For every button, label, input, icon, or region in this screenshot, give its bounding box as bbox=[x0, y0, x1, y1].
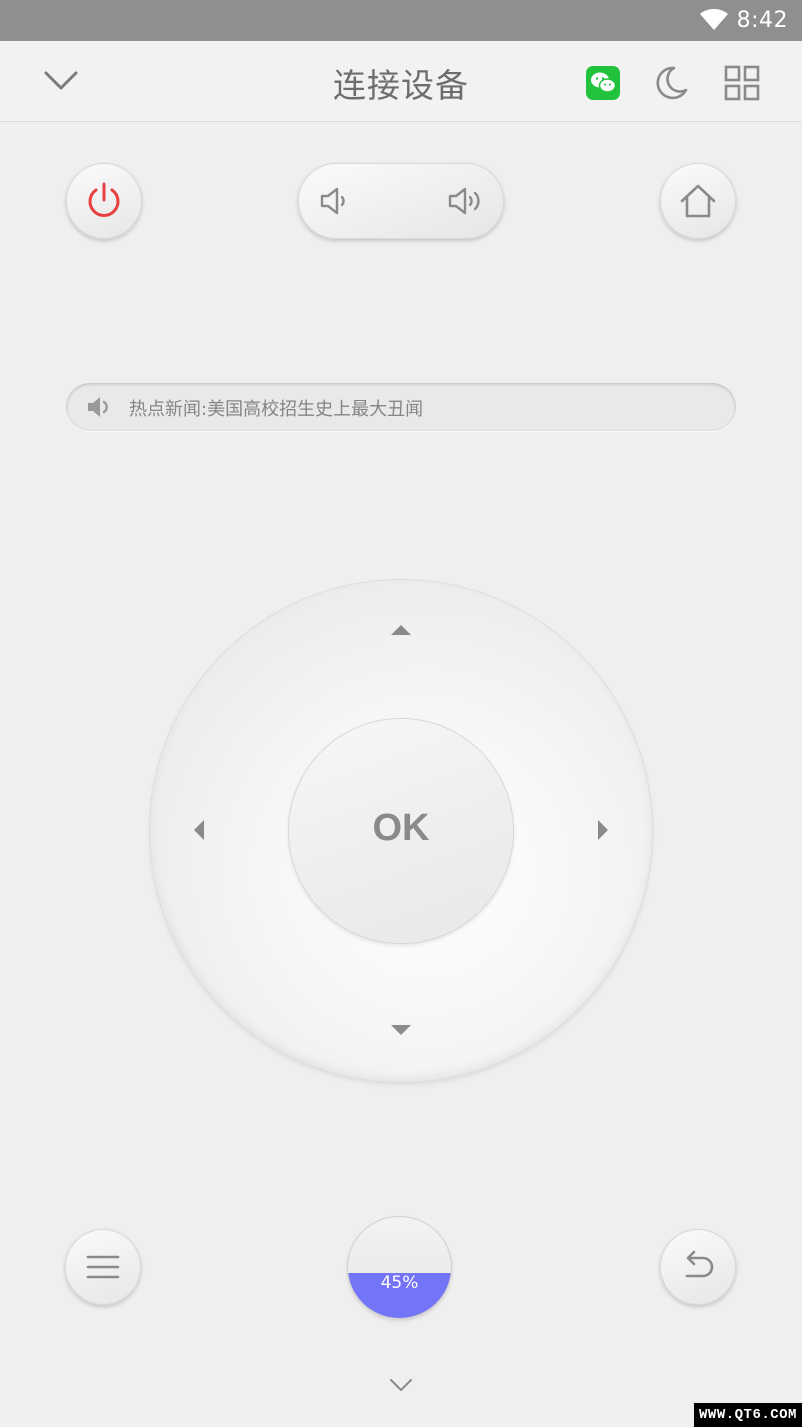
status-time: 8:42 bbox=[736, 8, 788, 33]
arrow-down-icon[interactable] bbox=[390, 1019, 412, 1041]
watermark: WWW.QT6.COM bbox=[694, 1403, 802, 1427]
wechat-icon[interactable] bbox=[586, 66, 620, 100]
news-text: 热点新闻:美国高校招生史上最大丑闻 bbox=[129, 399, 424, 420]
menu-button[interactable] bbox=[65, 1229, 141, 1305]
volume-control bbox=[298, 163, 504, 239]
ok-label: OK bbox=[372, 807, 430, 849]
home-icon bbox=[680, 184, 716, 218]
level-label: 45% bbox=[380, 1273, 419, 1293]
grid-icon[interactable] bbox=[724, 65, 760, 101]
ok-button[interactable]: OK bbox=[289, 719, 513, 943]
arrow-right-icon[interactable] bbox=[592, 819, 614, 841]
power-icon bbox=[88, 182, 120, 217]
home-button[interactable] bbox=[660, 163, 736, 239]
menu-icon bbox=[86, 1255, 120, 1279]
wifi-icon bbox=[700, 9, 728, 30]
chevron-down-icon[interactable] bbox=[388, 1376, 414, 1394]
news-ticker[interactable]: 热点新闻:美国高校招生史上最大丑闻 bbox=[66, 383, 736, 431]
arrow-left-icon[interactable] bbox=[188, 819, 210, 841]
volume-down-icon[interactable] bbox=[316, 181, 356, 221]
return-icon bbox=[685, 1250, 714, 1278]
status-bar: 8:42 bbox=[0, 0, 802, 41]
speaker-icon bbox=[88, 397, 108, 417]
level-indicator-button[interactable]: 45% bbox=[348, 1217, 451, 1318]
return-button[interactable] bbox=[660, 1229, 736, 1305]
volume-up-icon[interactable] bbox=[446, 181, 486, 221]
power-button[interactable] bbox=[66, 163, 142, 239]
arrow-up-icon[interactable] bbox=[390, 619, 412, 641]
header: 连接设备 bbox=[0, 41, 802, 122]
moon-icon[interactable] bbox=[652, 64, 690, 102]
